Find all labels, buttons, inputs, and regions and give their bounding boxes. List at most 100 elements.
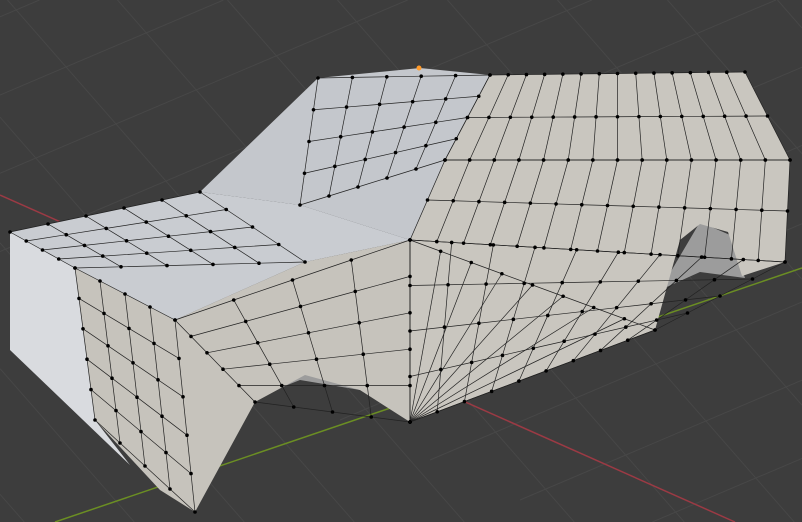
mesh-vertex[interactable] xyxy=(250,225,255,229)
mesh-vertex[interactable] xyxy=(682,206,687,210)
mesh-vertex[interactable] xyxy=(679,114,684,119)
mesh-vertex[interactable] xyxy=(528,201,533,205)
mesh-vertex[interactable] xyxy=(356,185,360,189)
mesh-vertex[interactable] xyxy=(198,190,202,194)
mesh-vertex[interactable] xyxy=(104,226,109,231)
mesh-vertex[interactable] xyxy=(408,374,412,379)
mesh-vertex[interactable] xyxy=(124,239,129,243)
mesh-vertex[interactable] xyxy=(734,207,738,212)
mesh-vertex[interactable] xyxy=(594,115,598,119)
mesh-vertex[interactable] xyxy=(298,304,303,309)
mesh-vertex[interactable] xyxy=(741,257,746,262)
mesh-vertex[interactable] xyxy=(714,158,718,162)
mesh-vertex[interactable] xyxy=(500,353,505,358)
mesh-vertex[interactable] xyxy=(462,399,467,404)
active-vertex[interactable] xyxy=(416,65,422,71)
mesh-vertex[interactable] xyxy=(616,250,621,255)
mesh-vertex[interactable] xyxy=(303,260,307,264)
mesh-vertex[interactable] xyxy=(783,260,787,264)
mesh-vertex[interactable] xyxy=(788,158,792,162)
mesh-vertex[interactable] xyxy=(148,305,152,309)
mesh-vertex[interactable] xyxy=(408,383,412,388)
mesh-vertex[interactable] xyxy=(506,72,511,77)
mesh-vertex[interactable] xyxy=(408,311,412,315)
mesh-vertex[interactable] xyxy=(542,72,547,77)
mesh-vertex[interactable] xyxy=(756,258,761,263)
mesh-vertex[interactable] xyxy=(188,248,193,253)
mesh-vertex[interactable] xyxy=(385,75,389,79)
mesh-vertex[interactable] xyxy=(122,206,126,210)
mesh-vertex[interactable] xyxy=(184,214,189,218)
mesh-vertex[interactable] xyxy=(529,115,534,119)
mesh-vertex[interactable] xyxy=(443,97,448,101)
mesh-vertex[interactable] xyxy=(531,346,536,351)
mesh-vertex[interactable] xyxy=(579,202,584,207)
mesh-vertex[interactable] xyxy=(189,334,193,339)
3d-viewport[interactable] xyxy=(0,0,802,522)
mesh-vertex[interactable] xyxy=(435,409,440,414)
mesh-vertex[interactable] xyxy=(291,405,296,409)
mesh-vertex[interactable] xyxy=(102,311,106,316)
mesh-vertex[interactable] xyxy=(73,266,77,270)
mesh-vertex[interactable] xyxy=(8,230,12,234)
mesh-vertex[interactable] xyxy=(344,105,349,109)
mesh-vertex[interactable] xyxy=(156,378,160,382)
mesh-vertex[interactable] xyxy=(276,242,281,247)
mesh-vertex[interactable] xyxy=(279,383,284,388)
mesh-vertex[interactable] xyxy=(477,321,481,326)
mesh-vertex[interactable] xyxy=(408,420,412,424)
mesh-vertex[interactable] xyxy=(349,258,354,262)
mesh-vertex[interactable] xyxy=(676,253,680,258)
mesh-vertex[interactable] xyxy=(123,292,127,296)
mesh-vertex[interactable] xyxy=(551,115,556,119)
mesh-vertex[interactable] xyxy=(593,332,597,336)
mesh-vertex[interactable] xyxy=(572,115,577,119)
mesh-vertex[interactable] xyxy=(712,277,717,282)
mesh-vertex[interactable] xyxy=(211,262,215,267)
mesh-vertex[interactable] xyxy=(508,115,513,120)
mesh-vertex[interactable] xyxy=(722,114,727,119)
mesh-vertex[interactable] xyxy=(685,311,690,315)
mesh-vertex[interactable] xyxy=(370,130,375,134)
mesh-vertex[interactable] xyxy=(515,244,519,249)
mesh-vertex[interactable] xyxy=(598,280,603,284)
mesh-vertex[interactable] xyxy=(750,277,755,281)
mesh-vertex[interactable] xyxy=(98,279,102,283)
mesh-vertex[interactable] xyxy=(469,260,474,265)
mesh-vertex[interactable] xyxy=(622,316,627,321)
mesh-vertex[interactable] xyxy=(357,321,362,325)
mesh-vertex[interactable] xyxy=(488,73,492,77)
mesh-vertex[interactable] xyxy=(257,261,261,266)
mesh-vertex[interactable] xyxy=(636,279,641,283)
mesh-vertex[interactable] xyxy=(654,318,659,322)
mesh-vertex[interactable] xyxy=(706,70,711,75)
mesh-vertex[interactable] xyxy=(614,305,619,310)
mesh-vertex[interactable] xyxy=(114,408,118,413)
mesh-vertex[interactable] xyxy=(443,158,447,162)
mesh-vertex[interactable] xyxy=(330,410,335,414)
mesh-vertex[interactable] xyxy=(77,296,81,301)
mesh-vertex[interactable] xyxy=(446,282,450,287)
mesh-vertex[interactable] xyxy=(658,252,662,257)
mesh-vertex[interactable] xyxy=(127,326,131,331)
mesh-vertex[interactable] xyxy=(131,361,135,365)
mesh-vertex[interactable] xyxy=(253,400,257,404)
mesh-vertex[interactable] xyxy=(568,247,573,252)
mesh-vertex[interactable] xyxy=(205,351,209,355)
mesh-vertex[interactable] xyxy=(763,158,768,162)
mesh-vertex[interactable] xyxy=(221,367,225,372)
mesh-vertex[interactable] xyxy=(502,200,507,205)
mesh-vertex[interactable] xyxy=(759,208,764,213)
mesh-vertex[interactable] xyxy=(419,74,424,78)
mesh-vertex[interactable] xyxy=(439,367,443,372)
mesh-vertex[interactable] xyxy=(164,450,168,455)
mesh-vertex[interactable] xyxy=(139,429,143,434)
mesh-vertex[interactable] xyxy=(243,319,248,324)
mesh-vertex[interactable] xyxy=(489,389,494,394)
mesh-vertex[interactable] xyxy=(649,301,653,306)
mesh-vertex[interactable] xyxy=(491,243,496,247)
mesh-vertex[interactable] xyxy=(580,309,585,314)
mesh-vertex[interactable] xyxy=(85,357,89,362)
mesh-vertex[interactable] xyxy=(24,239,29,243)
mesh-vertex[interactable] xyxy=(181,395,185,399)
